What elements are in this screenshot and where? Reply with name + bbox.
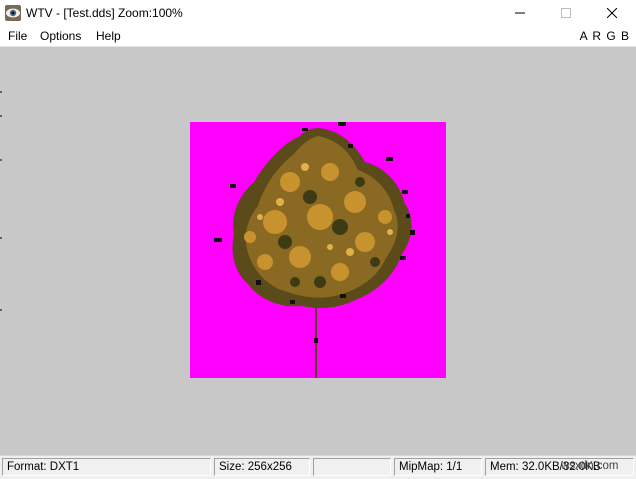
watermark-text: wsxdn.com — [561, 460, 619, 472]
status-format: Format: DXT1 — [2, 458, 211, 476]
title-bar: WTV - [Test.dds] Zoom:100% — [0, 0, 636, 26]
window-title: WTV - [Test.dds] Zoom:100% — [26, 6, 183, 20]
menu-file[interactable]: File — [8, 29, 27, 43]
maximize-icon — [561, 8, 571, 18]
edge-mark — [0, 237, 2, 239]
tree-texture — [190, 122, 446, 378]
edge-mark — [0, 115, 2, 117]
edge-mark — [0, 309, 2, 311]
menu-bar: File Options Help A R G B — [0, 26, 636, 47]
menu-options[interactable]: Options — [40, 29, 81, 43]
close-icon — [607, 8, 617, 18]
maximize-button[interactable] — [543, 0, 589, 26]
eye-icon[interactable] — [5, 5, 21, 21]
menu-help[interactable]: Help — [96, 29, 121, 43]
minimize-icon — [515, 8, 525, 18]
edge-mark — [0, 159, 2, 161]
close-button[interactable] — [589, 0, 635, 26]
status-mipmap: MipMap: 1/1 — [394, 458, 482, 476]
minimize-button[interactable] — [497, 0, 543, 26]
texture-image[interactable] — [190, 122, 446, 378]
status-empty — [313, 458, 391, 476]
status-size: Size: 256x256 — [214, 458, 310, 476]
status-bar: Format: DXT1 Size: 256x256 MipMap: 1/1 M… — [0, 455, 636, 479]
channel-selector[interactable]: A R G B — [580, 29, 630, 43]
edge-mark — [0, 91, 2, 93]
